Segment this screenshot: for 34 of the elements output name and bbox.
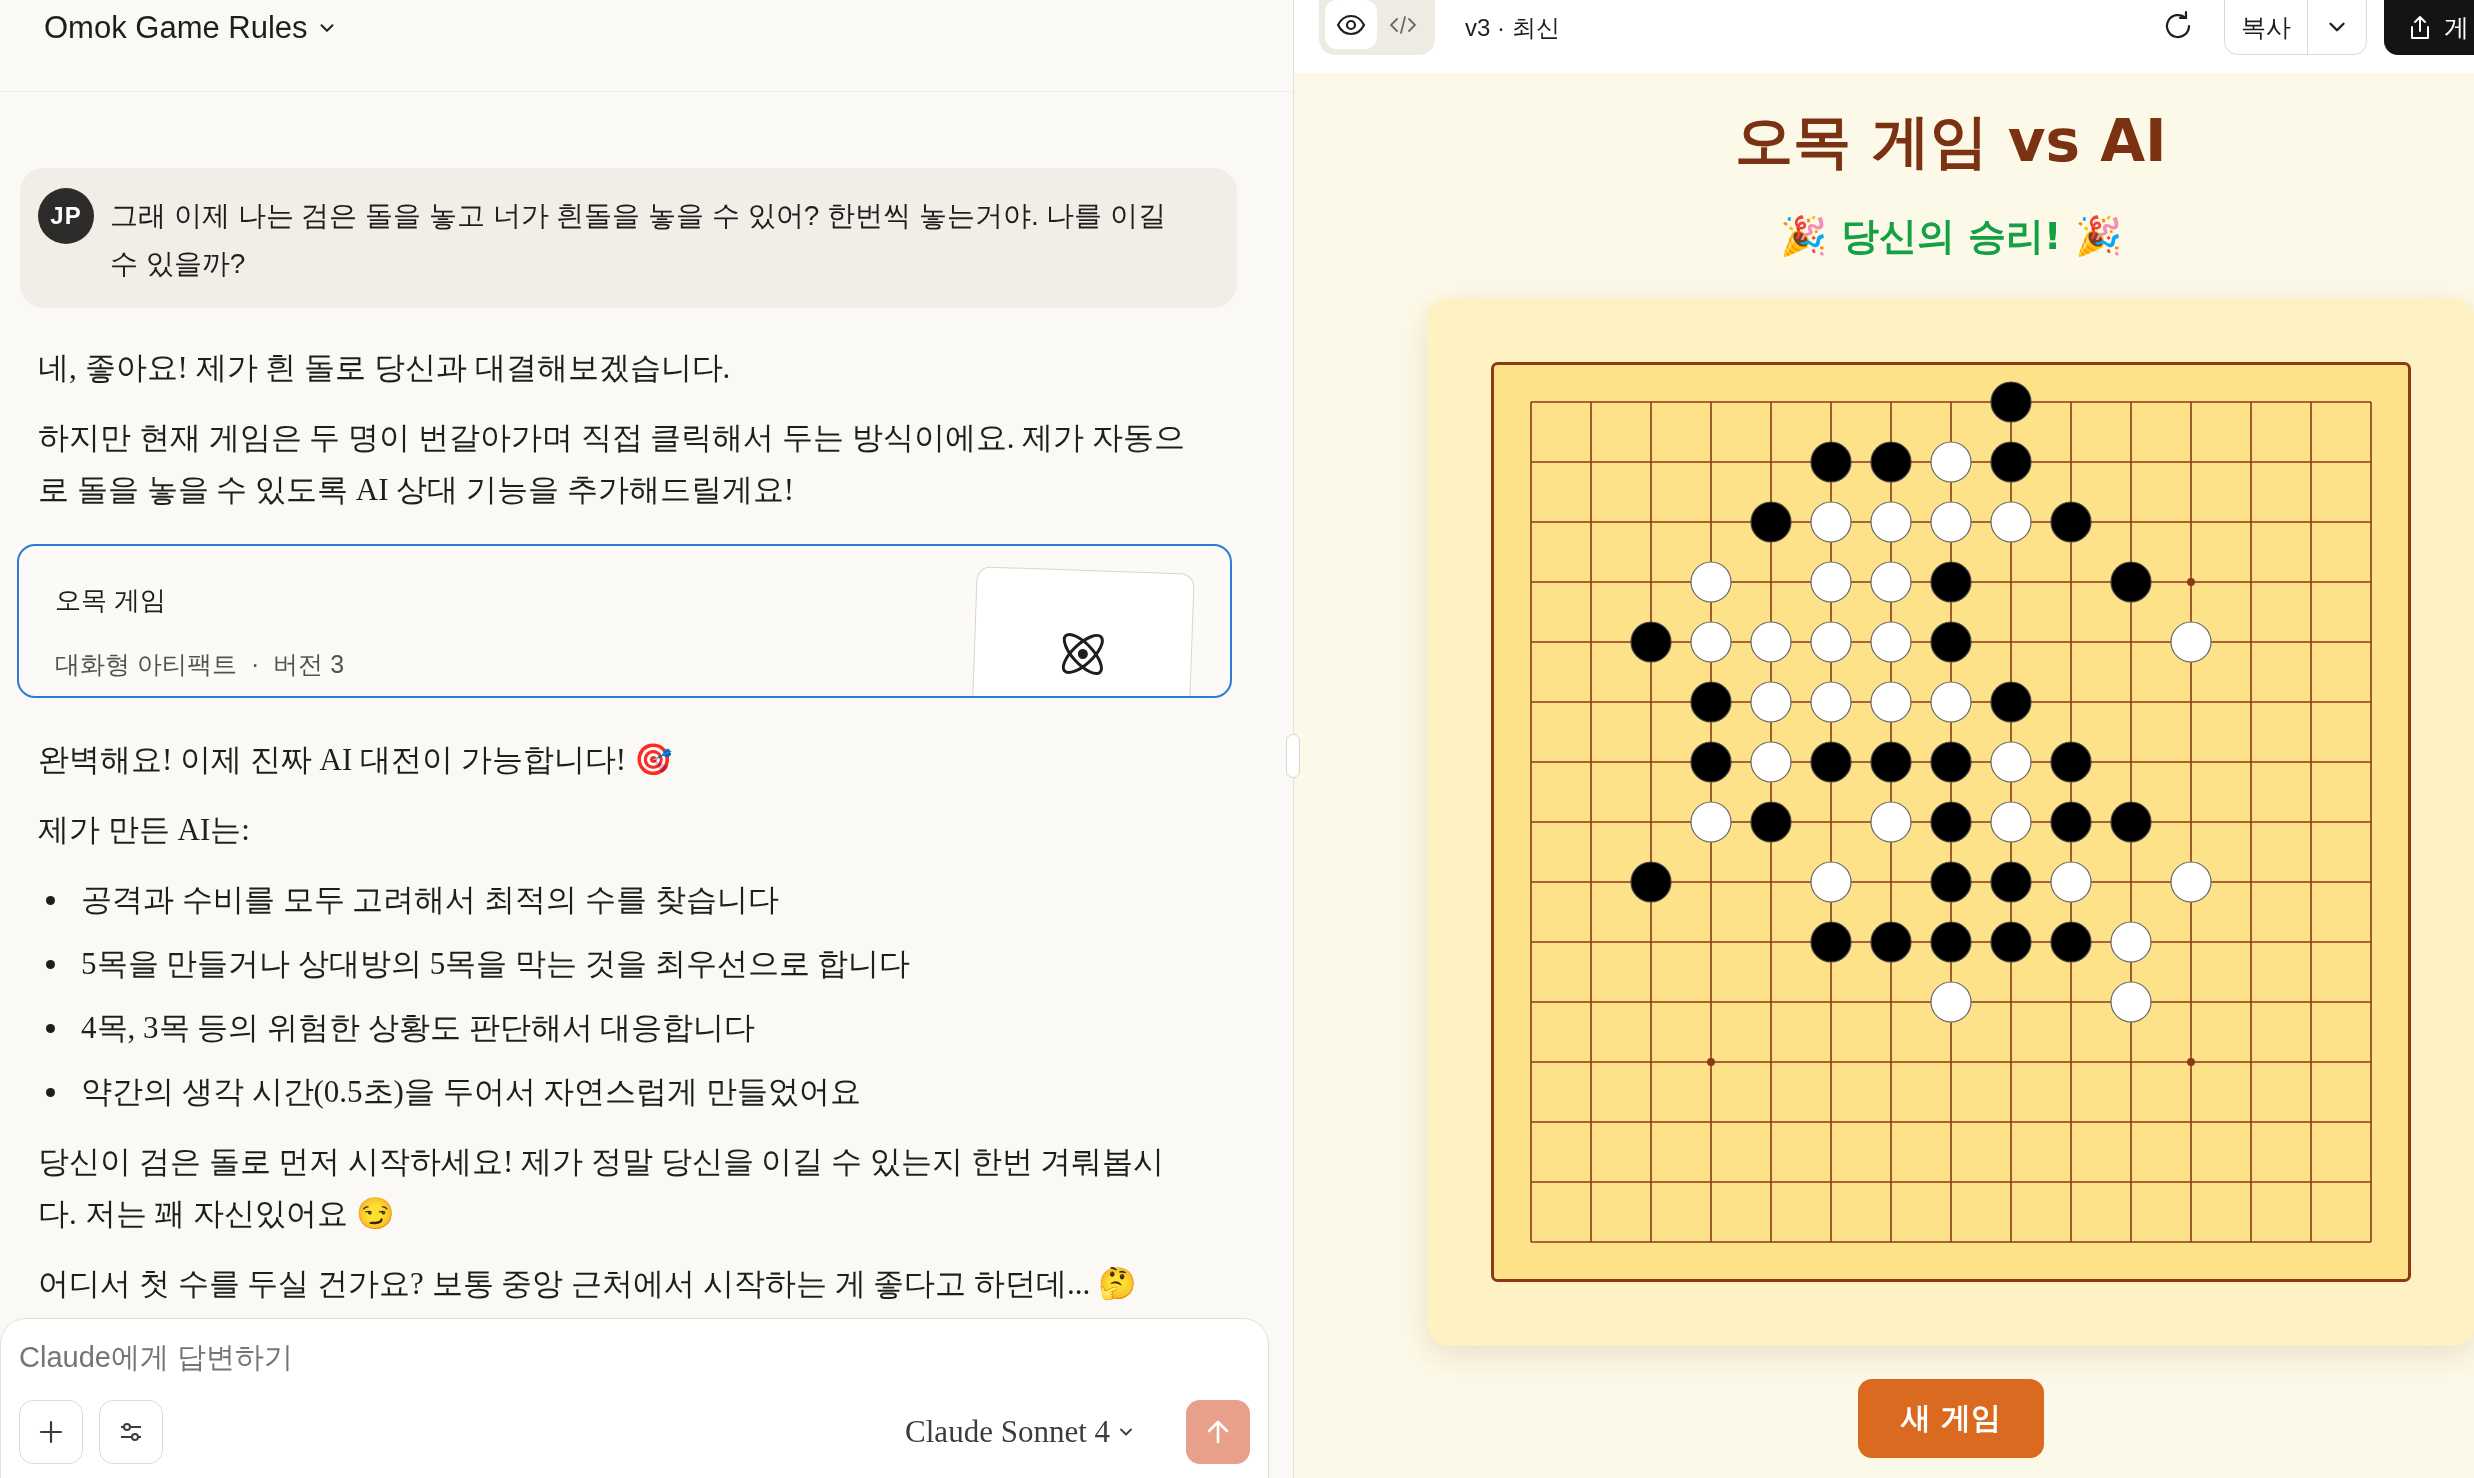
bullet-icon [46, 1023, 55, 1033]
message-text: 네, 좋아요! 제가 흰 돌로 당신과 대결해보겠습니다. [38, 349, 732, 387]
bullet-icon [46, 959, 55, 969]
list-item: 5목을 만들거나 상대방의 5목을 막는 것을 최우선으로 합니다 [81, 945, 911, 983]
tools-button[interactable] [99, 1400, 163, 1464]
model-selector[interactable]: Claude Sonnet 4 [905, 1414, 1136, 1450]
game-board[interactable] [1491, 362, 2411, 1282]
version-label: v3 · 최신 [1465, 13, 1560, 43]
message-text: 완벽해요! 이제 진짜 AI 대전이 가능합니다! 🎯 [38, 741, 674, 779]
separator-dot: · [250, 649, 260, 680]
user-avatar: JP [38, 188, 94, 244]
message-text: 어디서 첫 수를 두실 건가요? 보통 중앙 근처에서 시작하는 게 좋다고 하던데... 🤔 [38, 1265, 1138, 1303]
preview-button[interactable] [1325, 0, 1377, 49]
reply-input[interactable]: Claude에게 답변하기 [19, 1341, 619, 1374]
artifact-version: 버전 3 [273, 649, 345, 680]
resize-handle[interactable] [1286, 734, 1300, 778]
bullet-icon [46, 895, 55, 905]
conversation-title[interactable]: Omok Game Rules [44, 6, 338, 50]
list-item: 4목, 3목 등의 위험한 상황도 판단해서 대응합니다 [81, 1009, 756, 1047]
artifact-card[interactable]: 오목 게임 대화형 아티팩트 · 버전 3 [17, 544, 1232, 698]
list-item: 약간의 생각 시간(0.5초)을 두어서 자연스럽게 만들었어요 [81, 1073, 862, 1111]
artifact-type: 대화형 아티팩트 [55, 649, 237, 680]
message-text: 당신이 검은 돌로 먼저 시작하세요! 제가 정말 당신을 이길 수 있는지 한번 겨뤄봅시다. 저는 꽤 자신있어요 😏 [38, 1143, 1166, 1233]
bullet-icon [46, 1087, 55, 1097]
add-button[interactable] [19, 1400, 83, 1464]
artifact-title: 오목 게임 [55, 584, 168, 617]
message-text: 하지만 현재 게임은 두 명이 번갈아가며 직접 클릭해서 두는 방식이에요. 제가 자동으로 돌을 놓을 수 있도록 AI 상대 기능을 추가해드릴게요! [38, 419, 1186, 509]
list-item: 공격과 수비를 모두 고려해서 최적의 수를 찾습니다 [81, 881, 779, 919]
message-text: 제가 만든 AI는: [38, 811, 251, 849]
plus-icon [37, 1418, 65, 1446]
user-message-text: 그래 이제 나는 검은 돌을 놓고 너가 흰돌을 놓을 수 있어? 한번씩 놓는거야. 나를 이길 수 있을까? [110, 199, 1167, 281]
game-status: 🎉 당신의 승리! 🎉 [1780, 213, 2122, 260]
game-title: 오목 게임 vs AI [1735, 106, 2167, 177]
publish-button[interactable]: 게 [2384, 0, 2474, 55]
